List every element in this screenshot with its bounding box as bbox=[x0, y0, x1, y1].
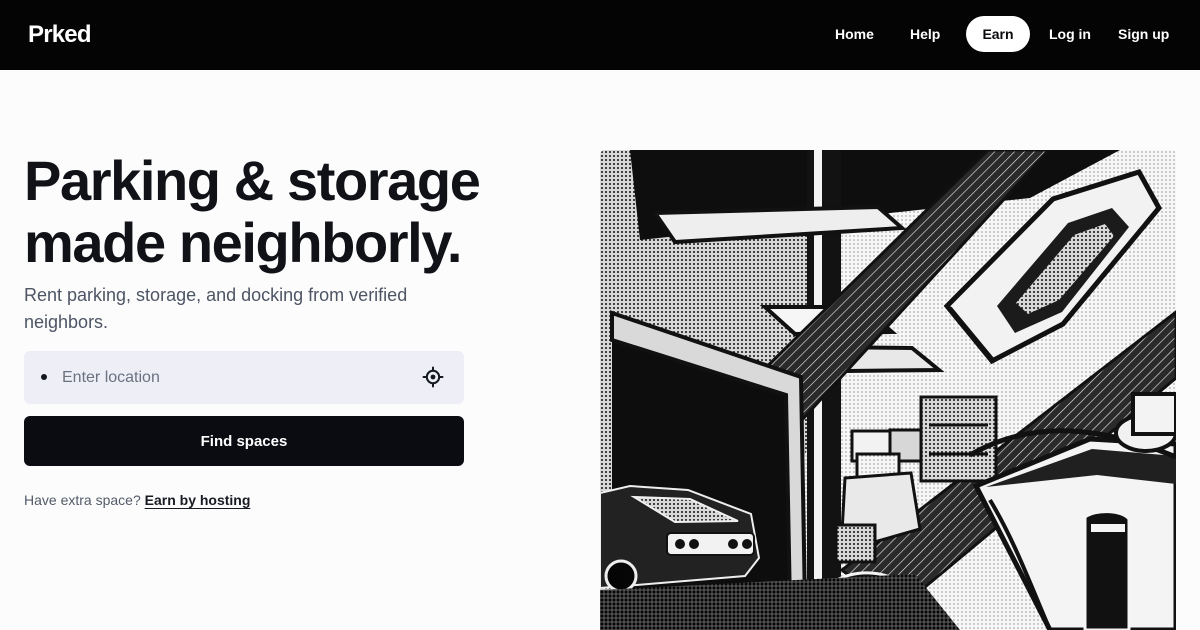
locate-me-button[interactable] bbox=[422, 366, 444, 388]
host-prompt-row: Have extra space? Earn by hosting bbox=[24, 491, 250, 509]
host-prompt-text: Have extra space? bbox=[24, 492, 141, 508]
hero-title-line-2: made neighborly. bbox=[24, 211, 462, 274]
location-search-field[interactable] bbox=[24, 351, 464, 404]
find-spaces-button[interactable]: Find spaces bbox=[24, 416, 464, 466]
nav-signup-link[interactable]: Sign up bbox=[1118, 16, 1169, 52]
crosshair-locate-icon bbox=[422, 366, 444, 388]
hero-title-line-1: Parking & storage bbox=[24, 149, 481, 212]
location-input[interactable] bbox=[62, 351, 402, 404]
earn-by-hosting-link[interactable]: Earn by hosting bbox=[145, 492, 251, 508]
parking-storage-dock-illustration bbox=[600, 150, 1176, 630]
top-navigation: Prked Home Help Earn Log in Sign up bbox=[0, 0, 1200, 70]
dot-icon bbox=[41, 374, 47, 380]
hero-title: Parking & storage made neighborly. bbox=[24, 150, 584, 274]
nav-earn-button[interactable]: Earn bbox=[966, 16, 1030, 52]
hero-subtitle: Rent parking, storage, and docking from … bbox=[24, 285, 408, 332]
nav-help-link[interactable]: Help bbox=[910, 16, 940, 52]
nav-home-link[interactable]: Home bbox=[835, 16, 874, 52]
brand-logo[interactable]: Prked bbox=[28, 20, 92, 50]
hero-illustration bbox=[600, 150, 1176, 630]
nav-login-link[interactable]: Log in bbox=[1049, 16, 1091, 52]
